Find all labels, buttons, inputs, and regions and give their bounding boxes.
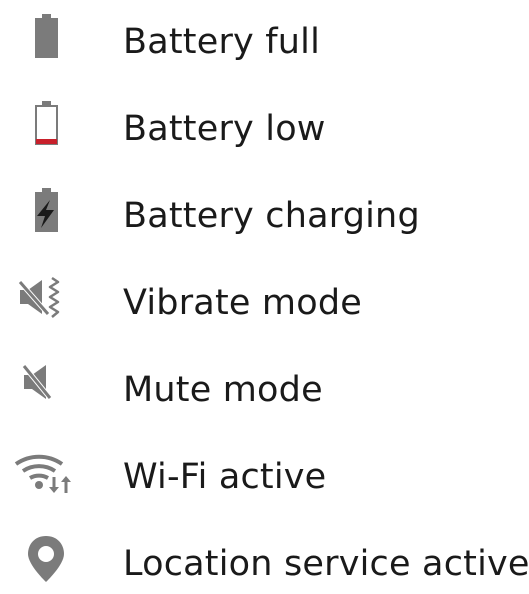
legend-item-vibrate-mode: Vibrate mode bbox=[0, 273, 529, 333]
legend-item-location-service: Location service active bbox=[0, 534, 529, 594]
status-icon-legend: Battery full Battery low Battery chargin… bbox=[0, 0, 529, 588]
location-service-icon bbox=[14, 534, 78, 594]
legend-label: Location service active bbox=[123, 544, 529, 584]
legend-item-wifi-active: Wi-Fi active bbox=[0, 447, 529, 507]
legend-item-battery-full: Battery full bbox=[0, 12, 529, 72]
battery-full-icon bbox=[14, 12, 78, 72]
legend-item-battery-charging: Battery charging bbox=[0, 186, 529, 246]
wifi-active-icon bbox=[14, 447, 78, 507]
legend-label: Battery low bbox=[123, 109, 326, 149]
battery-low-icon bbox=[14, 99, 78, 159]
legend-item-mute-mode: Mute mode bbox=[0, 360, 529, 420]
mute-mode-icon bbox=[14, 360, 78, 420]
legend-item-battery-low: Battery low bbox=[0, 99, 529, 159]
legend-label: Vibrate mode bbox=[123, 283, 362, 323]
vibrate-mode-icon bbox=[14, 273, 78, 333]
legend-label: Mute mode bbox=[123, 370, 323, 410]
battery-charging-icon bbox=[14, 186, 78, 246]
legend-label: Battery charging bbox=[123, 196, 420, 236]
legend-label: Wi-Fi active bbox=[123, 457, 327, 497]
legend-label: Battery full bbox=[123, 22, 321, 62]
